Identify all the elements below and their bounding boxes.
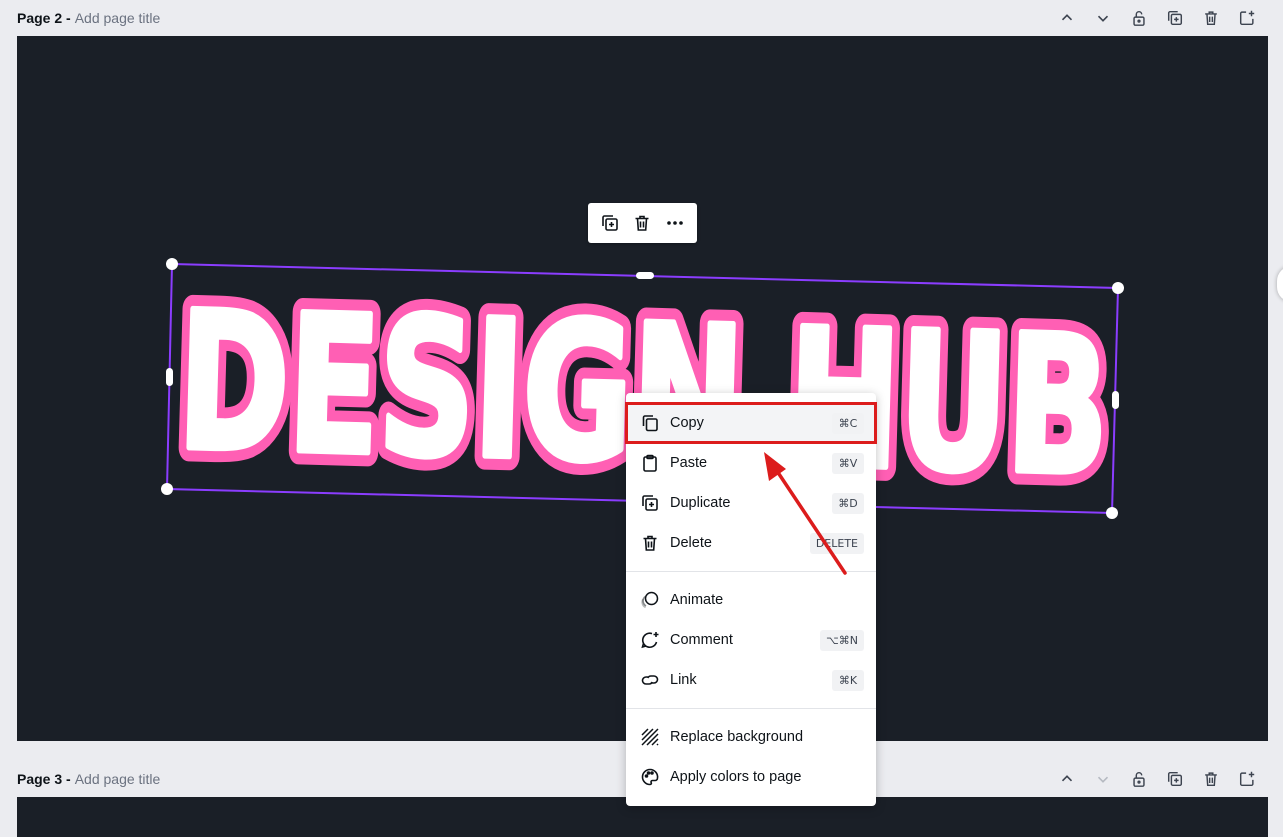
- menu-item-animate[interactable]: Animate: [626, 580, 876, 620]
- menu-item-duplicate[interactable]: Duplicate ⌘D: [626, 483, 876, 523]
- comment-icon: [640, 630, 660, 650]
- pattern-icon: [640, 727, 660, 747]
- animate-icon: [640, 590, 660, 610]
- menu-item-replace-background[interactable]: Replace background: [626, 717, 876, 757]
- menu-item-label: Duplicate: [670, 495, 731, 511]
- more-icon[interactable]: [663, 211, 687, 235]
- menu-item-label: Apply colors to page: [670, 769, 802, 785]
- duplicate-page-icon[interactable]: [1162, 766, 1188, 792]
- shortcut-badge: ⌘C: [832, 412, 864, 434]
- shortcut-badge: DELETE: [809, 532, 864, 554]
- menu-item-delete[interactable]: Delete DELETE: [626, 523, 876, 563]
- link-icon: [640, 670, 660, 690]
- trash-icon[interactable]: [1198, 766, 1224, 792]
- resize-handle-bottom-left: [161, 483, 173, 495]
- menu-item-label: Animate: [670, 592, 724, 608]
- trash-icon: [640, 533, 660, 553]
- menu-item-label: Link: [670, 672, 697, 688]
- menu-item-label: Copy: [670, 415, 704, 431]
- menu-item-apply-colors[interactable]: Apply colors to page: [626, 757, 876, 797]
- shortcut-badge: ⌘D: [832, 492, 864, 514]
- copy-icon: [640, 413, 660, 433]
- paste-icon: [640, 453, 660, 473]
- menu-item-label: Paste: [670, 455, 708, 471]
- menu-item-comment[interactable]: Comment ⌥⌘N: [626, 620, 876, 660]
- shortcut-badge: ⌘K: [832, 669, 864, 691]
- menu-item-label: Comment: [670, 632, 733, 648]
- duplicate-icon[interactable]: [598, 211, 622, 235]
- element-floating-toolbar: [588, 203, 697, 243]
- trash-icon[interactable]: [630, 211, 654, 235]
- resize-handle-top: [636, 272, 654, 279]
- lock-icon[interactable]: [1126, 766, 1152, 792]
- context-menu: Copy ⌘C Paste ⌘V Duplicate ⌘D Delete DEL…: [625, 393, 877, 806]
- resize-handle-bottom-right: [1106, 507, 1118, 519]
- menu-item-copy[interactable]: Copy ⌘C: [625, 402, 877, 444]
- menu-item-label: Delete: [670, 535, 712, 551]
- page-3-label: Page 3 -: [17, 771, 71, 787]
- shortcut-badge: ⌥⌘N: [820, 629, 864, 651]
- shortcut-badge: ⌘V: [832, 452, 864, 474]
- page-3-actions: [1054, 761, 1260, 797]
- palette-icon: [640, 767, 660, 787]
- page-3-title-input[interactable]: Add page title: [75, 771, 161, 787]
- menu-item-link[interactable]: Link ⌘K: [626, 660, 876, 700]
- chevron-up-icon[interactable]: [1054, 766, 1080, 792]
- resize-handle-top-right: [1112, 282, 1124, 294]
- resize-handle-left: [166, 368, 173, 386]
- menu-item-label: Replace background: [670, 729, 804, 745]
- menu-item-paste[interactable]: Paste ⌘V: [626, 443, 876, 483]
- menu-divider: [626, 708, 876, 709]
- duplicate-icon: [640, 493, 660, 513]
- resize-handle-top-left: [166, 258, 178, 270]
- add-page-icon[interactable]: [1234, 766, 1260, 792]
- chevron-down-icon[interactable]: [1090, 766, 1116, 792]
- menu-divider: [626, 571, 876, 572]
- resize-handle-right: [1112, 391, 1119, 409]
